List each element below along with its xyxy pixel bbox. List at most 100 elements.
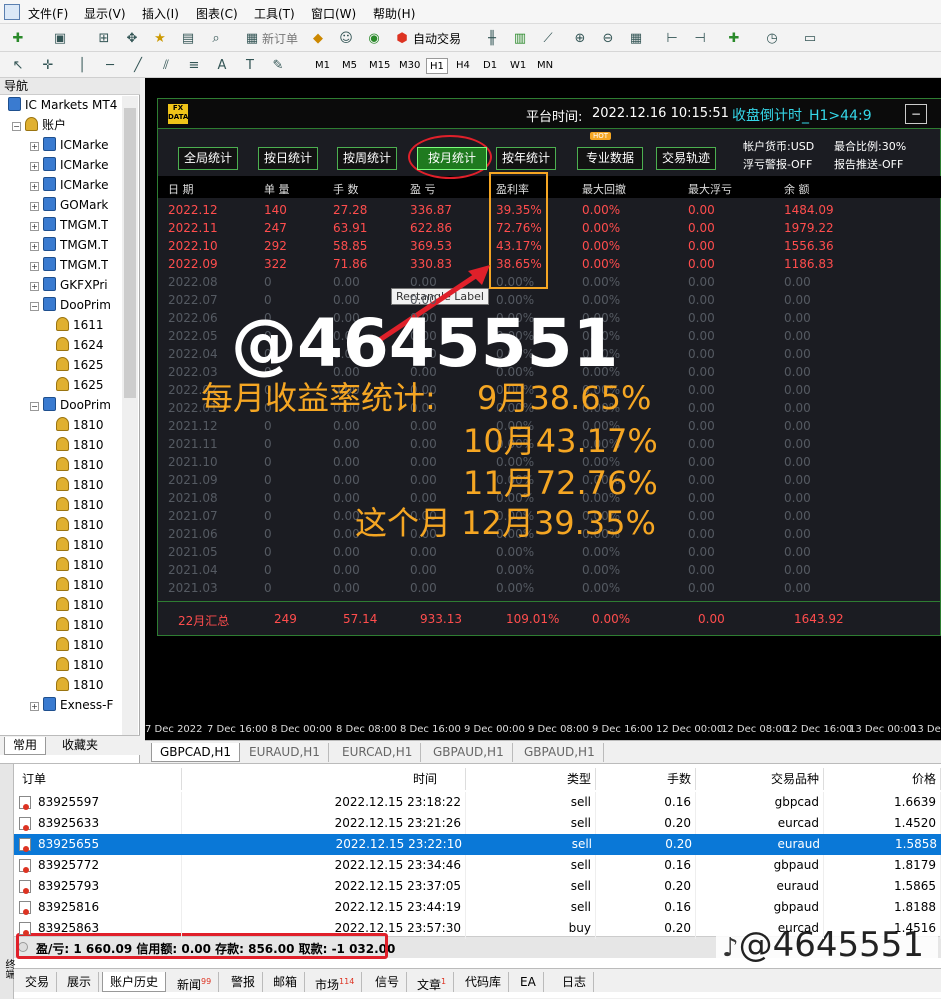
terminal-column-header[interactable]: 交易品种: [696, 768, 824, 790]
auto-trading-button[interactable]: 自动交易: [413, 30, 461, 47]
terminal-tab[interactable]: 交易: [18, 972, 58, 992]
navigator-item-account[interactable]: + GKFXPri: [30, 275, 108, 295]
autoscroll-icon[interactable]: ⊣: [690, 28, 710, 48]
terminal-tab[interactable]: 市场114: [308, 972, 363, 992]
order-row[interactable]: 83925793 2022.12.15 23:37:05 sell 0.20 eurau…: [14, 876, 941, 897]
timeframe-d1[interactable]: D1: [480, 58, 500, 74]
timeframe-m30[interactable]: M30: [396, 58, 423, 74]
expand-toggle[interactable]: −: [30, 402, 39, 411]
terminal-column-header[interactable]: 价格: [824, 768, 941, 790]
navigator-item-user[interactable]: 1810: [56, 655, 104, 675]
terminal-tab[interactable]: 账户历史: [102, 972, 167, 992]
vertical-line-icon[interactable]: │: [72, 55, 92, 75]
order-row[interactable]: 83925816 2022.12.15 23:44:19 sell 0.16 gbpau…: [14, 897, 941, 918]
candlestick-icon[interactable]: ▥: [510, 28, 530, 48]
timeframe-h4[interactable]: H4: [453, 58, 473, 74]
timeframe-m1[interactable]: M1: [312, 58, 333, 74]
signals-icon[interactable]: ◉: [364, 28, 384, 48]
navigator-item-account[interactable]: + TMGM.T: [30, 255, 108, 275]
navigator-root[interactable]: IC Markets MT4: [8, 95, 117, 115]
navigator-tab-favorites[interactable]: 收藏夹: [56, 737, 104, 754]
menu-insert[interactable]: 插入(I): [142, 5, 179, 22]
zoom-out-icon[interactable]: ⊖: [598, 28, 618, 48]
terminal-tab[interactable]: 文章1: [410, 972, 455, 992]
order-row[interactable]: 83925655 2022.12.15 23:22:10 sell 0.20 eurau…: [14, 834, 941, 855]
order-row[interactable]: 83925772 2022.12.15 23:34:46 sell 0.16 gbpau…: [14, 855, 941, 876]
menu-tools[interactable]: 工具(T): [254, 5, 295, 22]
chart-tab[interactable]: GBPCAD,H1: [151, 743, 241, 762]
stats-tab-4[interactable]: 按年统计: [496, 147, 556, 170]
timeframe-m5[interactable]: M5: [339, 58, 360, 74]
navigator-item-account[interactable]: + Exness-F: [30, 695, 113, 715]
navigator-icon[interactable]: ★: [150, 28, 170, 48]
zoom-in-icon[interactable]: ⊕: [570, 28, 590, 48]
expand-toggle[interactable]: +: [30, 182, 39, 191]
chart-tab[interactable]: GBPAUD,H1: [425, 743, 513, 762]
tile-windows-icon[interactable]: ▦: [626, 28, 646, 48]
navigator-item-account[interactable]: + ICMarke: [30, 155, 108, 175]
trendline-icon[interactable]: ╱: [128, 55, 148, 75]
navigator-item-account[interactable]: + ICMarke: [30, 175, 108, 195]
terminal-tab[interactable]: 邮箱: [266, 972, 306, 992]
menu-file[interactable]: 文件(F): [28, 5, 68, 22]
terminal-tab[interactable]: 新闻99: [170, 972, 220, 992]
terminal-column-header[interactable]: 订单: [14, 768, 182, 790]
experts-icon[interactable]: ☺: [336, 28, 356, 48]
expand-toggle[interactable]: +: [30, 702, 39, 711]
menu-help[interactable]: 帮助(H): [373, 5, 415, 22]
terminal-column-header[interactable]: 手数: [596, 768, 696, 790]
order-row[interactable]: 83925597 2022.12.15 23:18:22 sell 0.16 gbpca…: [14, 792, 941, 813]
navigator-item-user[interactable]: 1625: [56, 355, 104, 375]
timeframe-mn[interactable]: MN: [534, 58, 556, 74]
indicators-icon[interactable]: ✚: [724, 28, 744, 48]
terminal-tab[interactable]: 警报: [224, 972, 264, 992]
arrows-icon[interactable]: ✎: [268, 55, 288, 75]
navigator-accounts[interactable]: − 账户: [12, 115, 66, 135]
terminal-column-header[interactable]: 时间: [182, 768, 466, 790]
navigator-item-account[interactable]: + GOMark: [30, 195, 108, 215]
navigator-item-user[interactable]: 1810: [56, 535, 104, 555]
new-chart-icon[interactable]: ✚: [8, 28, 28, 48]
expand-toggle[interactable]: +: [30, 142, 39, 151]
chart-shift-icon[interactable]: ⊢: [662, 28, 682, 48]
navigator-item-user[interactable]: 1810: [56, 635, 104, 655]
navigator-item-user[interactable]: 1810: [56, 575, 104, 595]
new-order-button[interactable]: 新订单: [262, 30, 298, 47]
stats-tab-1[interactable]: 按日统计: [258, 147, 318, 170]
navigator-item-user[interactable]: 1611: [56, 315, 104, 335]
fibonacci-icon[interactable]: ≡: [184, 55, 204, 75]
navigator-scroll-thumb[interactable]: [124, 108, 136, 398]
navigator-item-user[interactable]: 1810: [56, 435, 104, 455]
data-window-icon[interactable]: ✥: [122, 28, 142, 48]
navigator-item-account[interactable]: − DooPrim: [30, 295, 111, 315]
navigator-item-user[interactable]: 1810: [56, 515, 104, 535]
expand-toggle[interactable]: −: [30, 302, 39, 311]
stats-tab-5[interactable]: 专业数据: [577, 147, 643, 170]
chart-tab[interactable]: GBPAUD,H1: [516, 743, 604, 762]
navigator-item-user[interactable]: 1810: [56, 495, 104, 515]
expand-toggle[interactable]: +: [30, 222, 39, 231]
timeframe-w1[interactable]: W1: [507, 58, 529, 74]
navigator-item-user[interactable]: 1810: [56, 615, 104, 635]
new-order-icon[interactable]: ▦: [242, 28, 262, 48]
navigator-item-user[interactable]: 1810: [56, 455, 104, 475]
line-chart-icon[interactable]: ⟋: [538, 28, 558, 48]
panel-minimize-button[interactable]: −: [905, 104, 927, 124]
tester-icon[interactable]: ⌕: [206, 28, 226, 48]
equidistant-channel-icon[interactable]: ⫽: [156, 55, 176, 75]
text-label-icon[interactable]: T: [240, 55, 260, 75]
profiles-icon[interactable]: ▣: [50, 28, 70, 48]
navigator-item-account[interactable]: + TMGM.T: [30, 215, 108, 235]
stats-tab-6[interactable]: 交易轨迹: [656, 147, 716, 170]
menu-window[interactable]: 窗口(W): [311, 5, 356, 22]
menu-view[interactable]: 显示(V): [84, 5, 126, 22]
stats-tab-0[interactable]: 全局统计: [178, 147, 238, 170]
navigator-item-account[interactable]: + TMGM.T: [30, 235, 108, 255]
navigator-item-user[interactable]: 1624: [56, 335, 104, 355]
navigator-item-user[interactable]: 1810: [56, 675, 104, 695]
terminal-column-header[interactable]: 类型: [466, 768, 596, 790]
stats-tab-3[interactable]: 按月统计: [417, 147, 487, 170]
expand-toggle[interactable]: +: [30, 282, 39, 291]
stats-tab-2[interactable]: 按周统计: [337, 147, 397, 170]
navigator-item-user[interactable]: 1810: [56, 555, 104, 575]
